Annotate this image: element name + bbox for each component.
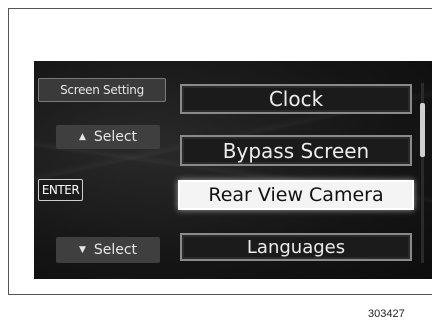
display-screen: Screen Setting ▲ Select ENTER ▼ Select C… xyxy=(34,61,432,279)
enter-label: ENTER xyxy=(41,183,80,197)
screen-setting-label: Screen Setting xyxy=(60,83,144,97)
left-button-column: Screen Setting ▲ Select ENTER ▼ Select xyxy=(34,61,174,279)
menu-item-label: Languages xyxy=(246,236,346,258)
menu-item-rear-view-camera[interactable]: Rear View Camera xyxy=(178,180,414,210)
settings-menu: Clock Bypass Screen Rear View Camera Lan… xyxy=(178,61,420,279)
menu-item-languages[interactable]: Languages xyxy=(180,233,412,261)
scrollbar-thumb[interactable] xyxy=(420,103,425,157)
enter-button[interactable]: ENTER xyxy=(38,179,83,201)
figure-number: 303427 xyxy=(368,308,405,320)
menu-item-label: Clock xyxy=(268,87,324,111)
menu-item-bypass-screen[interactable]: Bypass Screen xyxy=(180,135,412,166)
select-down-button[interactable]: ▼ Select xyxy=(56,237,160,263)
select-up-label: Select xyxy=(93,129,138,145)
menu-item-label: Bypass Screen xyxy=(222,138,370,163)
select-up-button[interactable]: ▲ Select xyxy=(56,125,160,149)
menu-item-label: Rear View Camera xyxy=(208,184,384,206)
menu-item-clock[interactable]: Clock xyxy=(180,84,412,114)
select-down-label: Select xyxy=(93,242,138,258)
triangle-up-icon: ▲ xyxy=(78,132,86,142)
screen-setting-button[interactable]: Screen Setting xyxy=(38,78,166,102)
triangle-down-icon: ▼ xyxy=(78,245,86,255)
